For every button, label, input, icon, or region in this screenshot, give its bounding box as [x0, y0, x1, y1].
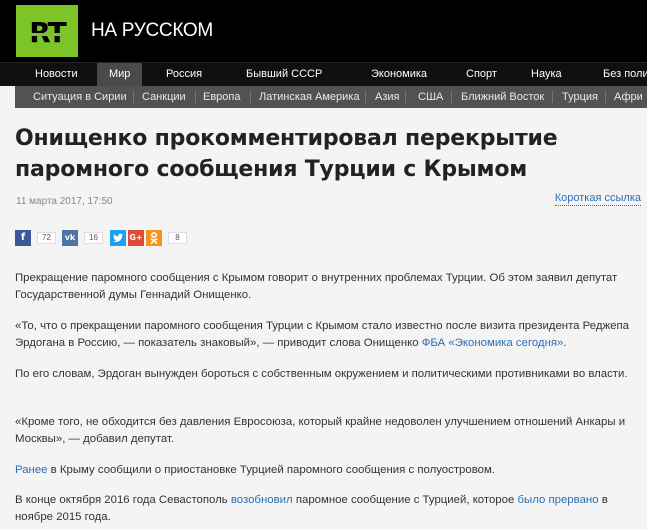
resumed-link[interactable]: возобновил [231, 494, 293, 506]
subnav-divider [451, 91, 452, 103]
article-paragraph: В конце октября 2016 года Севастополь во… [15, 492, 640, 526]
main-nav: Новости Мир Россия Бывший СССР Экономика… [0, 62, 647, 86]
paragraph-text: в Крыму сообщили о приостановке Турцией … [47, 464, 495, 476]
earlier-link[interactable]: Ранее [15, 464, 48, 476]
site-name[interactable]: НА РУССКОМ [91, 20, 213, 42]
paragraph-text: В конце октября 2016 года Севастополь [15, 494, 231, 506]
article-title: Онищенко прокомментировал перекрытие пар… [15, 126, 558, 182]
odnoklassniki-count: 8 [168, 232, 187, 244]
subnav-item-syria[interactable]: Ситуация в Сирии [33, 86, 127, 108]
nav-item-russia[interactable]: Россия [166, 63, 202, 86]
vk-count: 16 [84, 232, 103, 244]
facebook-count: 72 [37, 232, 56, 244]
article-date: 11 марта 2017, 17:50 [16, 196, 113, 207]
subnav-item-africa[interactable]: Афри [614, 86, 643, 108]
subnav-divider [133, 91, 134, 103]
facebook-icon: f [15, 230, 31, 246]
vk-icon: vk [62, 230, 78, 246]
nav-item-nopolitics[interactable]: Без полит [603, 63, 647, 86]
nav-item-news[interactable]: Новости [35, 63, 78, 86]
subnav-divider [195, 91, 196, 103]
subnav-item-latam[interactable]: Латинская Америка [259, 86, 360, 108]
sub-nav: Ситуация в Сирии Санкции Европа Латинска… [15, 86, 647, 108]
nav-item-science[interactable]: Наука [531, 63, 562, 86]
odnoklassniki-icon [146, 230, 162, 246]
article-paragraph: По его словам, Эрдоган вынужден бороться… [15, 368, 628, 380]
article-paragraph: Ранее в Крыму сообщили о приостановке Ту… [15, 462, 640, 479]
nav-item-economy[interactable]: Экономика [371, 63, 427, 86]
article-paragraph: «То, что о прекращении паромного сообщен… [15, 318, 640, 352]
subnav-divider [605, 91, 606, 103]
nav-item-ussr[interactable]: Бывший СССР [246, 63, 322, 86]
subnav-item-turkey[interactable]: Турция [562, 86, 598, 108]
article-paragraph: Прекращение паромного сообщения с Крымом… [15, 272, 618, 301]
paragraph-text: паромное сообщение с Турцией, которое [292, 494, 518, 506]
subnav-divider [552, 91, 553, 103]
nav-item-world[interactable]: Мир [97, 63, 143, 86]
interrupted-link[interactable]: было прервано [517, 494, 598, 506]
nav-item-sport[interactable]: Спорт [466, 63, 497, 86]
twitter-icon [110, 230, 126, 246]
subnav-item-middleeast[interactable]: Ближний Восток [461, 86, 544, 108]
article-paragraph: «Кроме того, не обходится без давления Е… [15, 416, 626, 445]
logo-text: RT [16, 16, 78, 49]
subnav-divider [250, 91, 251, 103]
subnav-divider [405, 91, 406, 103]
short-link[interactable]: Короткая ссылка [554, 192, 641, 206]
subnav-divider [365, 91, 366, 103]
subnav-item-europe[interactable]: Европа [203, 86, 241, 108]
rt-logo[interactable]: RT [16, 5, 78, 57]
paragraph-text: . [563, 337, 567, 349]
subnav-item-sanctions[interactable]: Санкции [142, 86, 186, 108]
source-link[interactable]: ФБА «Экономика сегодня» [422, 337, 564, 349]
googleplus-icon: G+ [128, 230, 144, 246]
subnav-item-asia[interactable]: Азия [375, 86, 399, 108]
subnav-item-usa[interactable]: США [418, 86, 443, 108]
top-bar: RT НА РУССКОМ [0, 0, 647, 62]
